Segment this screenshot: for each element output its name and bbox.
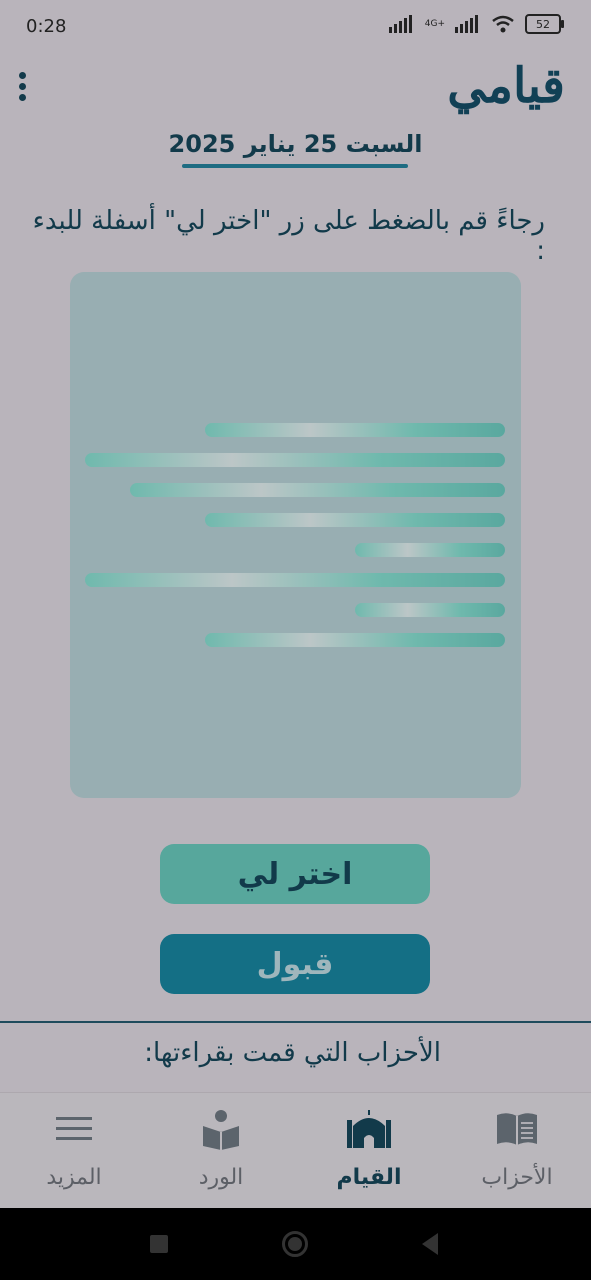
nav-item-ahzab[interactable]: الأحزاب <box>443 1093 591 1209</box>
skeleton-line <box>85 453 505 467</box>
nav-label: الورد <box>198 1165 244 1190</box>
loading-placeholder-card <box>70 272 521 798</box>
skeleton-line <box>355 543 505 557</box>
section-divider <box>0 1021 591 1023</box>
instruction-text: رجاءً قم بالضغط على زر "اختر لي" أسفلة ل… <box>32 206 545 266</box>
skeleton-line <box>205 633 505 647</box>
status-bar: 0:28 4G+ 52 <box>0 0 591 54</box>
nav-item-more[interactable]: المزيد <box>0 1093 148 1209</box>
nav-item-qiyam[interactable]: القيام <box>295 1093 443 1209</box>
mosque-icon <box>347 1110 391 1148</box>
wifi-icon <box>492 15 514 33</box>
signal-icon <box>455 15 478 33</box>
status-time: 0:28 <box>26 16 67 37</box>
nav-label: الأحزاب <box>481 1165 553 1190</box>
status-icons: 4G+ 52 <box>388 14 564 34</box>
system-navigation-bar <box>0 1208 591 1280</box>
nav-item-wird[interactable]: الورد <box>147 1093 295 1209</box>
battery-level: 52 <box>536 17 550 31</box>
book-icon <box>497 1113 537 1145</box>
current-date: السبت 25 يناير 2025 <box>168 130 423 158</box>
home-button[interactable] <box>282 1231 308 1257</box>
skeleton-line <box>355 603 505 617</box>
back-button[interactable] <box>420 1233 440 1255</box>
app-title: قيامي <box>447 58 565 114</box>
nav-label: المزيد <box>46 1165 102 1190</box>
menu-icon <box>56 1117 92 1140</box>
skeleton-line <box>205 423 505 437</box>
nav-label: القيام <box>336 1165 402 1190</box>
accept-button[interactable]: قبول <box>160 934 430 994</box>
network-label: 4G+ <box>424 19 445 29</box>
skeleton-line <box>85 573 505 587</box>
battery-icon: 52 <box>525 14 564 34</box>
signal-icon <box>388 15 412 33</box>
read-parts-title: الأحزاب التي قمت بقراءتها: <box>144 1038 441 1068</box>
recent-apps-button[interactable] <box>150 1235 168 1253</box>
more-options-icon[interactable] <box>14 68 30 104</box>
date-underline <box>182 164 408 168</box>
bottom-navigation: الأحزاب القيام الورد المزيد <box>0 1092 591 1209</box>
skeleton-line <box>130 483 505 497</box>
reading-person-icon <box>203 1110 239 1150</box>
choose-for-me-button[interactable]: اختر لي <box>160 844 430 904</box>
skeleton-line <box>205 513 505 527</box>
